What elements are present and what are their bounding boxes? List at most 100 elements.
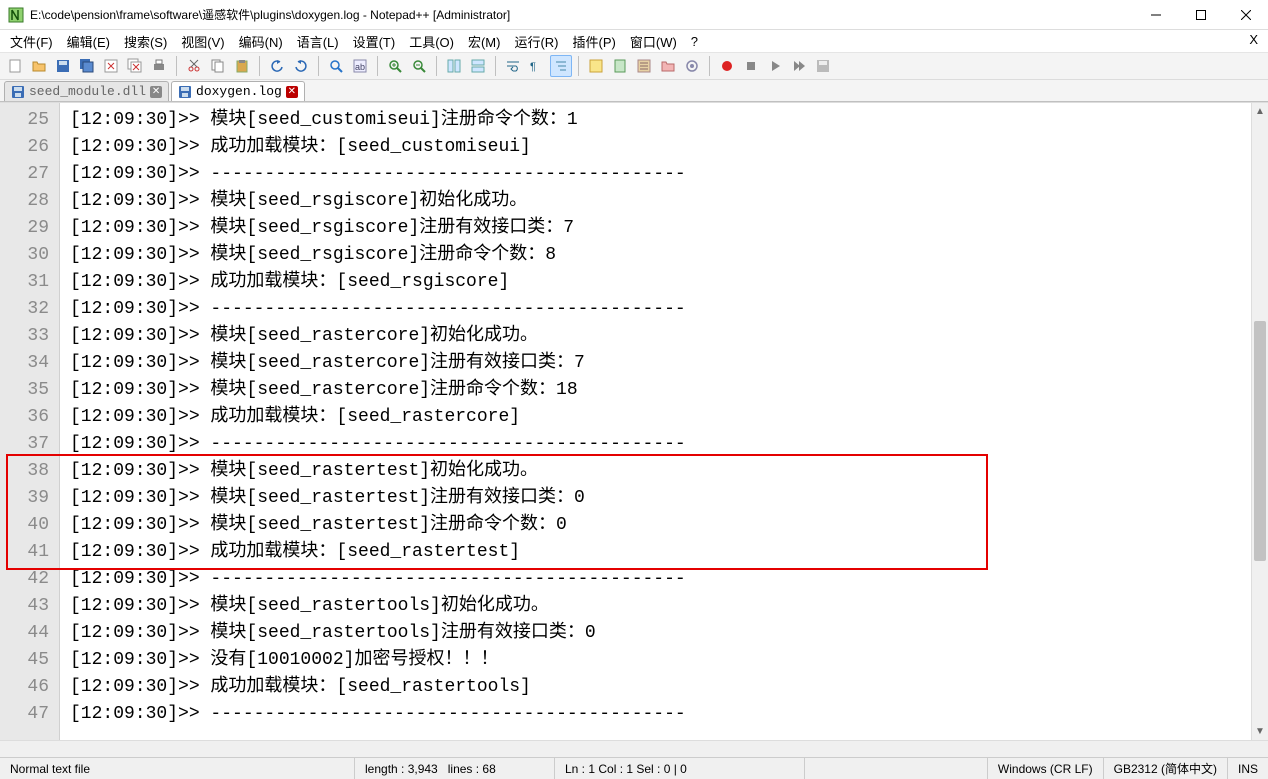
- menubar: 文件(F) 编辑(E) 搜索(S) 视图(V) 编码(N) 语言(L) 设置(T…: [0, 30, 1268, 52]
- new-file-icon[interactable]: [4, 55, 26, 77]
- line-number: 34: [0, 350, 59, 377]
- scroll-down-arrow[interactable]: ▼: [1252, 723, 1268, 740]
- play-macro-icon[interactable]: [764, 55, 786, 77]
- print-icon[interactable]: [148, 55, 170, 77]
- menu-tools[interactable]: 工具(O): [403, 30, 460, 53]
- save-all-icon[interactable]: [76, 55, 98, 77]
- status-length-text: length : 3,943: [365, 762, 438, 776]
- window-title: E:\code\pension\frame\software\遥感软件\plug…: [30, 6, 510, 23]
- open-folder-icon[interactable]: [28, 55, 50, 77]
- record-macro-icon[interactable]: [716, 55, 738, 77]
- monitor-icon[interactable]: [681, 55, 703, 77]
- undo-icon[interactable]: [266, 55, 288, 77]
- close-button[interactable]: [1223, 0, 1268, 30]
- code-line: [12:09:30]>> 成功加载模块：[seed_rsgiscore]: [70, 269, 1268, 296]
- menubar-close-x[interactable]: X: [1249, 32, 1258, 47]
- close-file-icon[interactable]: [100, 55, 122, 77]
- menu-language[interactable]: 语言(L): [291, 30, 345, 53]
- line-number: 47: [0, 701, 59, 728]
- menu-search[interactable]: 搜索(S): [118, 30, 173, 53]
- scroll-thumb[interactable]: [1254, 321, 1266, 561]
- close-all-icon[interactable]: [124, 55, 146, 77]
- cut-icon[interactable]: [183, 55, 205, 77]
- code-line: [12:09:30]>> 模块[seed_rastertest]注册命令个数：0: [70, 512, 1268, 539]
- menu-plugins[interactable]: 插件(P): [567, 30, 622, 53]
- line-number: 26: [0, 134, 59, 161]
- lang-icon[interactable]: [585, 55, 607, 77]
- code-line: [12:09:30]>> 模块[seed_customiseui]注册命令个数：…: [70, 107, 1268, 134]
- tab-seed-module[interactable]: seed_module.dll ✕: [4, 81, 169, 101]
- sync-v-icon[interactable]: [443, 55, 465, 77]
- menu-edit[interactable]: 编辑(E): [61, 30, 116, 53]
- zoom-out-icon[interactable]: [408, 55, 430, 77]
- titlebar: E:\code\pension\frame\software\遥感软件\plug…: [0, 0, 1268, 30]
- line-number: 43: [0, 593, 59, 620]
- scroll-up-arrow[interactable]: ▲: [1252, 103, 1268, 120]
- svg-text:ab: ab: [355, 62, 365, 72]
- code-line: [12:09:30]>> 模块[seed_rastertools]初始化成功。: [70, 593, 1268, 620]
- zoom-in-icon[interactable]: [384, 55, 406, 77]
- menu-run[interactable]: 运行(R): [508, 30, 564, 53]
- doc-map-icon[interactable]: [609, 55, 631, 77]
- menu-encoding[interactable]: 编码(N): [233, 30, 289, 53]
- code-line: [12:09:30]>> 模块[seed_rastercore]初始化成功。: [70, 323, 1268, 350]
- menu-view[interactable]: 视图(V): [175, 30, 230, 53]
- code-line: [12:09:30]>> 模块[seed_rastertest]初始化成功。: [70, 458, 1268, 485]
- horizontal-scrollbar[interactable]: [0, 740, 1268, 757]
- show-all-icon[interactable]: ¶: [526, 55, 548, 77]
- word-wrap-icon[interactable]: [502, 55, 524, 77]
- line-number: 39: [0, 485, 59, 512]
- line-number: 25: [0, 107, 59, 134]
- folder-icon[interactable]: [657, 55, 679, 77]
- line-number: 37: [0, 431, 59, 458]
- code-line: [12:09:30]>> 模块[seed_rastercore]注册命令个数：1…: [70, 377, 1268, 404]
- code-line: [12:09:30]>> ---------------------------…: [70, 431, 1268, 458]
- status-lines-text: lines : 68: [448, 762, 496, 776]
- paste-icon[interactable]: [231, 55, 253, 77]
- redo-icon[interactable]: [290, 55, 312, 77]
- function-list-icon[interactable]: [633, 55, 655, 77]
- code-view[interactable]: [12:09:30]>> 模块[seed_customiseui]注册命令个数：…: [60, 103, 1268, 757]
- line-number: 31: [0, 269, 59, 296]
- copy-icon[interactable]: [207, 55, 229, 77]
- code-line: [12:09:30]>> 模块[seed_rastertools]注册有效接口类…: [70, 620, 1268, 647]
- save-macro-icon[interactable]: [812, 55, 834, 77]
- vertical-scrollbar[interactable]: ▲ ▼: [1251, 103, 1268, 740]
- line-number: 46: [0, 674, 59, 701]
- menu-file[interactable]: 文件(F): [4, 30, 59, 53]
- code-line: [12:09:30]>> 没有[10010002]加密号授权！！！: [70, 647, 1268, 674]
- play-multi-icon[interactable]: [788, 55, 810, 77]
- toolbar-separator: [259, 56, 260, 76]
- tabbar: seed_module.dll ✕ doxygen.log ✕: [0, 80, 1268, 102]
- stop-macro-icon[interactable]: [740, 55, 762, 77]
- maximize-button[interactable]: [1178, 0, 1223, 30]
- menu-settings[interactable]: 设置(T): [347, 30, 402, 53]
- line-number: 42: [0, 566, 59, 593]
- line-number-gutter: 2526272829303132333435363738394041424344…: [0, 103, 60, 757]
- menu-window[interactable]: 窗口(W): [624, 30, 683, 53]
- tab-close-icon[interactable]: ✕: [150, 86, 162, 98]
- toolbar-separator: [436, 56, 437, 76]
- code-line: [12:09:30]>> 模块[seed_rastertest]注册有效接口类：…: [70, 485, 1268, 512]
- code-line: [12:09:30]>> ---------------------------…: [70, 566, 1268, 593]
- replace-icon[interactable]: ab: [349, 55, 371, 77]
- code-line: [12:09:30]>> 成功加载模块：[seed_customiseui]: [70, 134, 1268, 161]
- toolbar-separator: [176, 56, 177, 76]
- save-icon[interactable]: [52, 55, 74, 77]
- toolbar-separator: [495, 56, 496, 76]
- code-line: [12:09:30]>> 模块[seed_rsgiscore]注册有效接口类：7: [70, 215, 1268, 242]
- line-number: 33: [0, 323, 59, 350]
- menu-help[interactable]: ?: [685, 32, 704, 51]
- code-line: [12:09:30]>> 成功加载模块：[seed_rastertest]: [70, 539, 1268, 566]
- tab-doxygen-log[interactable]: doxygen.log ✕: [171, 81, 305, 101]
- line-number: 44: [0, 620, 59, 647]
- minimize-button[interactable]: [1133, 0, 1178, 30]
- indent-guide-icon[interactable]: [550, 55, 572, 77]
- line-number: 38: [0, 458, 59, 485]
- tab-close-icon[interactable]: ✕: [286, 86, 298, 98]
- find-icon[interactable]: [325, 55, 347, 77]
- line-number: 40: [0, 512, 59, 539]
- tab-label: seed_module.dll: [29, 84, 146, 99]
- menu-macro[interactable]: 宏(M): [462, 30, 507, 53]
- sync-h-icon[interactable]: [467, 55, 489, 77]
